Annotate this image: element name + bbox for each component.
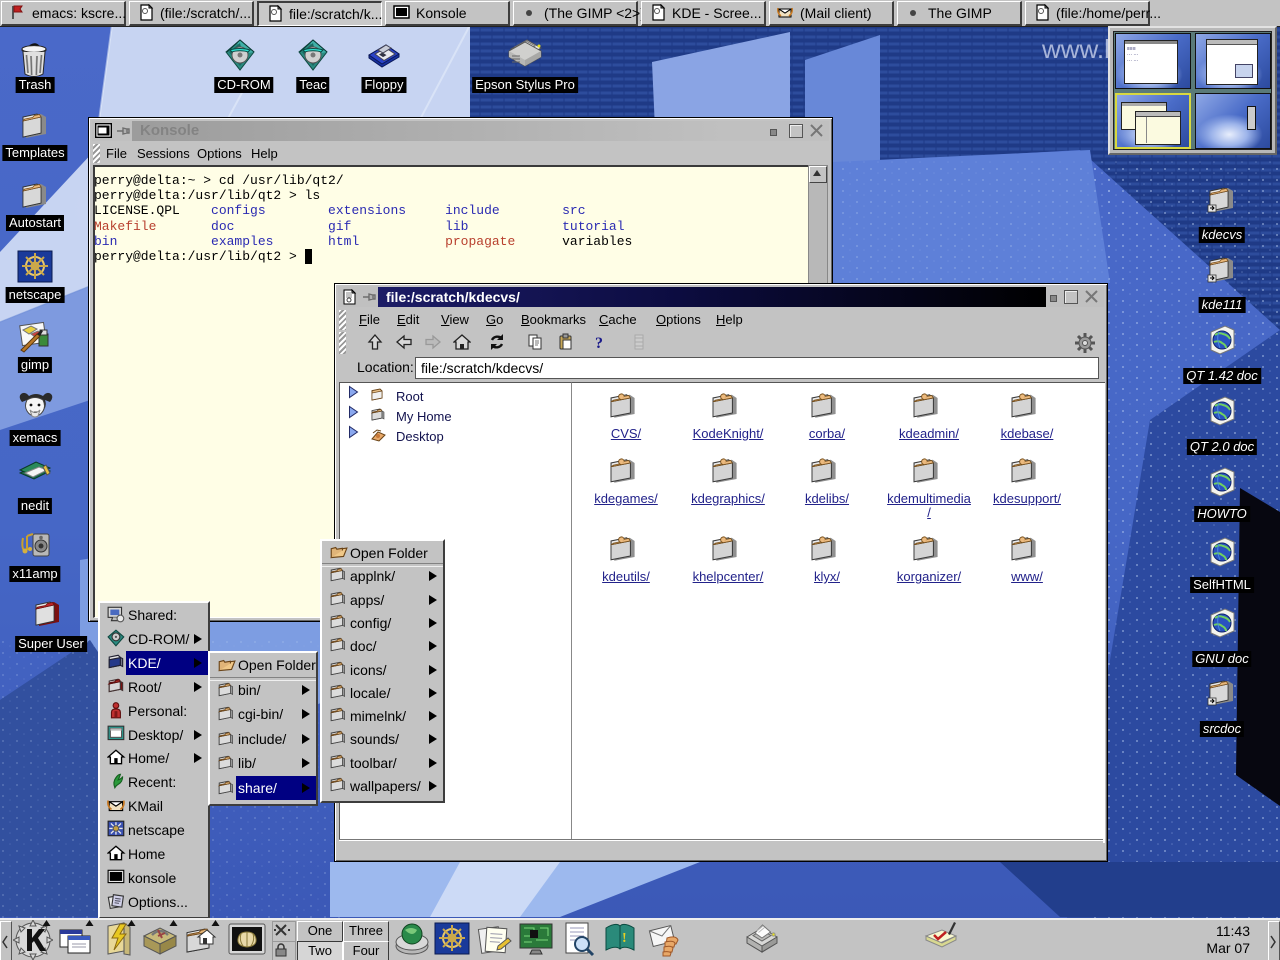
svg-text:!: ! [622,931,627,946]
svg-text:?: ? [595,335,603,351]
